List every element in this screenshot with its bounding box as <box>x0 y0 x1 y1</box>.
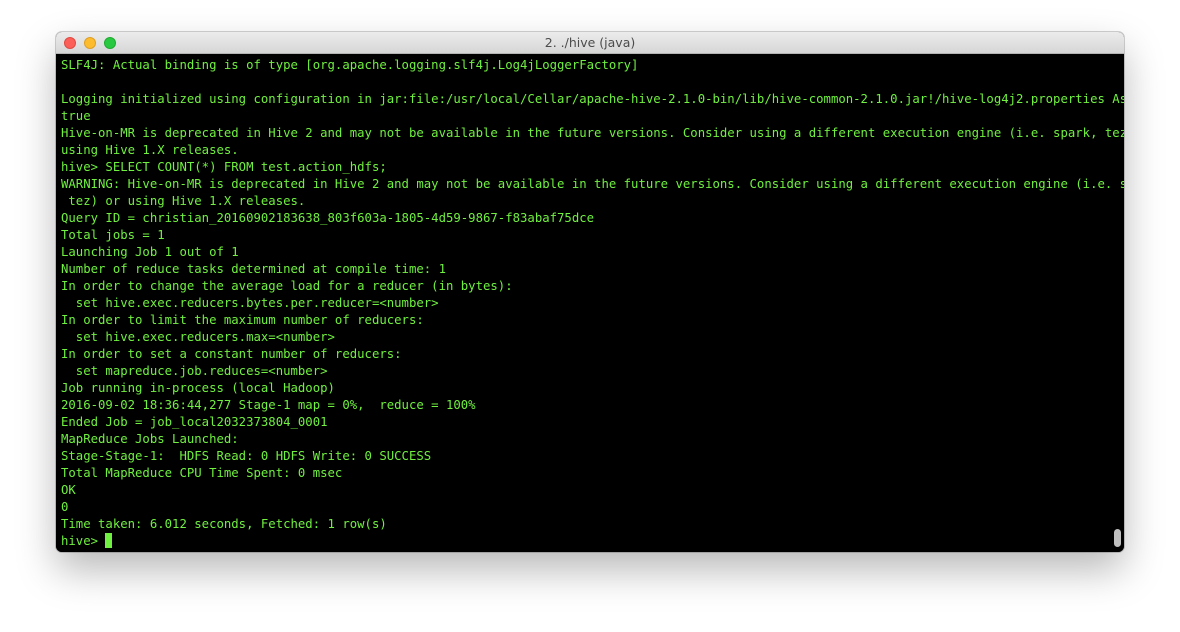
terminal-line: In order to limit the maximum number of … <box>61 313 424 327</box>
terminal-line: tez) or using Hive 1.X releases. <box>61 194 306 208</box>
terminal-line: hive> SELECT COUNT(*) FROM test.action_h… <box>61 160 387 174</box>
window-title: 2. ./hive (java) <box>544 35 636 50</box>
title-bar: 2. ./hive (java) <box>56 32 1124 54</box>
terminal-line: WARNING: Hive-on-MR is deprecated in Hiv… <box>61 177 1124 191</box>
terminal-line: Hive-on-MR is deprecated in Hive 2 and m… <box>61 126 1124 140</box>
scrollbar-thumb[interactable] <box>1114 529 1121 547</box>
terminal-line: 0 <box>61 500 69 514</box>
terminal-line: Ended Job = job_local2032373804_0001 <box>61 415 328 429</box>
terminal-line: In order to set a constant number of red… <box>61 347 402 361</box>
text-cursor <box>105 533 113 548</box>
terminal-line: In order to change the average load for … <box>61 279 513 293</box>
terminal-line: OK <box>61 483 76 497</box>
terminal-line: Job running in-process (local Hadoop) <box>61 381 335 395</box>
terminal-line: SLF4J: Actual binding is of type [org.ap… <box>61 58 639 72</box>
terminal-line: set mapreduce.job.reduces=<number> <box>61 364 328 378</box>
terminal-line: Number of reduce tasks determined at com… <box>61 262 446 276</box>
terminal-line: MapReduce Jobs Launched: <box>61 432 239 446</box>
prompt-line[interactable]: hive> <box>61 533 1109 550</box>
terminal-line: using Hive 1.X releases. <box>61 143 239 157</box>
terminal-line: Total MapReduce CPU Time Spent: 0 msec <box>61 466 343 480</box>
vertical-scrollbar[interactable] <box>1112 57 1121 547</box>
terminal-line: set hive.exec.reducers.bytes.per.reducer… <box>61 296 439 310</box>
terminal-line: 2016-09-02 18:36:44,277 Stage-1 map = 0%… <box>61 398 476 412</box>
terminal-line: Stage-Stage-1: HDFS Read: 0 HDFS Write: … <box>61 449 432 463</box>
terminal-line: true <box>61 109 91 123</box>
terminal-line: Total jobs = 1 <box>61 228 165 242</box>
terminal-line: Query ID = christian_20160902183638_803f… <box>61 211 595 225</box>
terminal-window: 2. ./hive (java) SLF4J: Actual binding i… <box>56 32 1124 552</box>
terminal-output[interactable]: SLF4J: Actual binding is of type [org.ap… <box>56 54 1124 552</box>
terminal-line: set hive.exec.reducers.max=<number> <box>61 330 335 344</box>
terminal-line: Time taken: 6.012 seconds, Fetched: 1 ro… <box>61 517 387 531</box>
prompt: hive> <box>61 534 106 548</box>
terminal-line: Logging initialized using configuration … <box>61 92 1124 106</box>
terminal-line: Launching Job 1 out of 1 <box>61 245 239 259</box>
terminal-lines: SLF4J: Actual binding is of type [org.ap… <box>61 57 1124 550</box>
